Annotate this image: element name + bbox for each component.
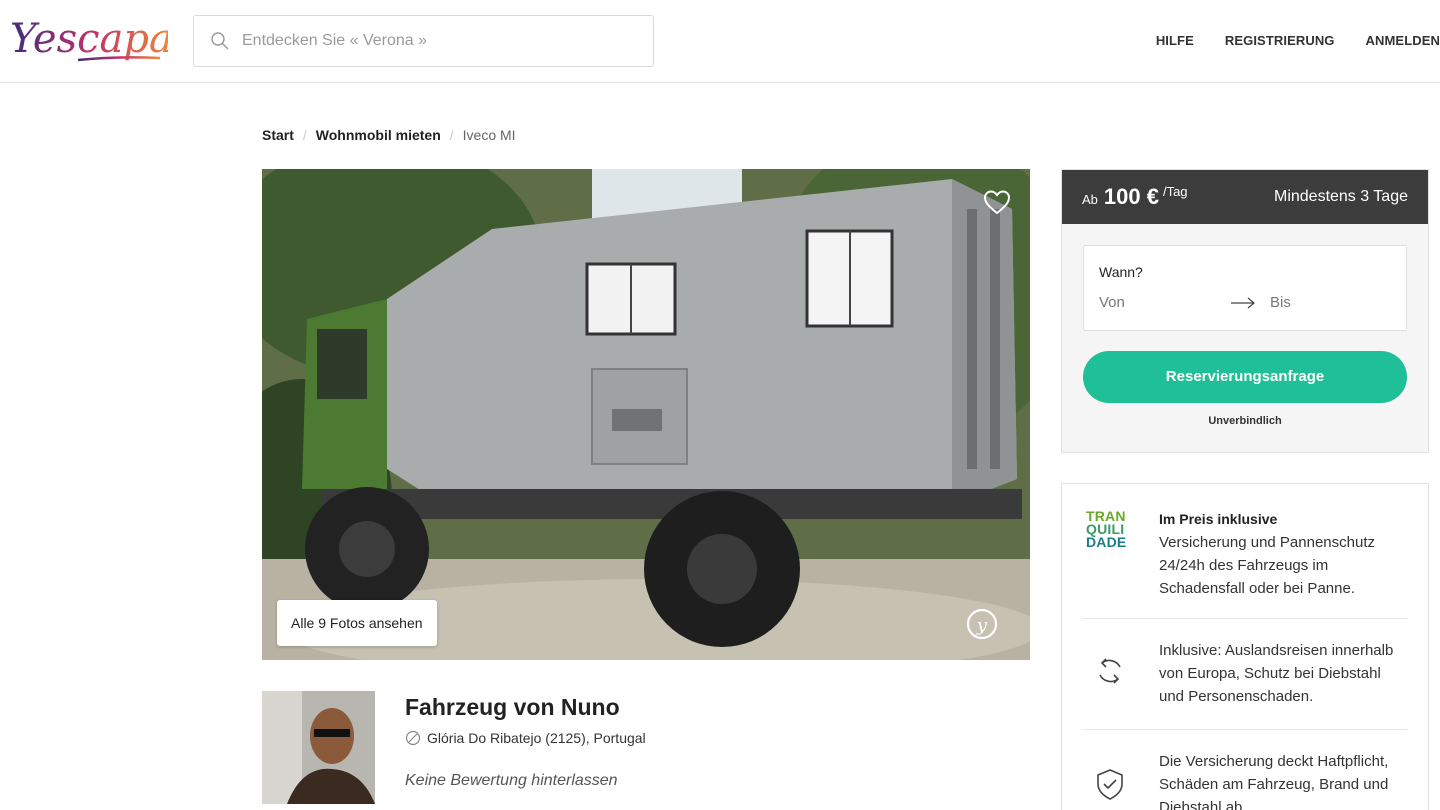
owner-rating-text: Keine Bewertung hinterlassen [405,772,618,789]
svg-text:Yescapa: Yescapa [10,16,168,62]
search-input[interactable]: Entdecken Sie « Verona » [242,32,427,50]
price-bar: Ab 100 € /Tag Mindestens 3 Tage [1062,170,1428,224]
top-nav: HILFE REGISTRIERUNG ANMELDEN [1125,33,1440,48]
price-prefix: Ab [1082,192,1098,207]
owner-name: Fahrzeug von Nuno [405,694,620,720]
nonbinding-note: Unverbindlich [1208,415,1282,427]
tranquilidade-logo: TRAN QUILI DADE [1086,509,1142,550]
date-picker[interactable]: Wann? Von Bis [1083,245,1407,331]
owner-avatar[interactable] [262,691,375,804]
svg-text:y: y [976,615,988,636]
nav-help-link[interactable]: HILFE [1156,33,1194,48]
insurance-included-desc: Versicherung und Pannenschutz 24/24h des… [1159,534,1375,597]
breadcrumb-separator: / [449,127,454,143]
nav-login-link[interactable]: ANMELDEN [1366,33,1440,48]
yescapa-watermark-icon: y [966,608,998,640]
breadcrumb-rent-camper[interactable]: Wohnmobil mieten [316,127,441,143]
from-date-input[interactable]: Von [1099,294,1125,311]
owner-location-text: Glória Do Ribatejo (2125), Portugal [427,730,646,746]
arrow-right-icon [1231,297,1255,309]
insurance-included-text: Im Preis inklusive Versicherung und Pann… [1159,508,1409,600]
shield-check-icon [1097,769,1123,800]
nav-register-link[interactable]: REGISTRIERUNG [1225,33,1335,48]
breadcrumb-separator: / [302,127,307,143]
refresh-icon [1099,658,1121,684]
insurance-included-title: Im Preis inklusive [1159,511,1278,527]
to-date-input[interactable]: Bis [1270,294,1291,311]
insurance-item-included: TRAN QUILI DADE Im Preis inklusive Versi… [1082,508,1407,616]
insurance-panel: TRAN QUILI DADE Im Preis inklusive Versi… [1061,483,1429,810]
search-box[interactable]: Entdecken Sie « Verona » [193,15,654,67]
insurance-coverage-text: Die Versicherung deckt Haftpflicht, Schä… [1159,753,1389,810]
vehicle-photo-illustration [262,169,1030,660]
search-icon [211,32,229,50]
owner-location: Glória Do Ribatejo (2125), Portugal [405,730,646,746]
yescapa-logo[interactable]: Yescapa [8,12,168,72]
minimum-days: Mindestens 3 Tage [1273,188,1408,205]
when-label: Wann? [1099,264,1143,280]
breadcrumb-current: Iveco MI [462,127,516,143]
insurance-abroad-text: Inklusive: Auslandsreisen innerhalb von … [1159,642,1394,705]
insurance-item-coverage: Die Versicherung deckt Haftpflicht, Schä… [1082,729,1407,810]
location-icon [405,730,421,746]
header: Yescapa Entdecken Sie « Verona » HILFE R… [0,0,1440,83]
favorite-heart-icon[interactable] [982,187,1012,217]
booking-panel: Ab 100 € /Tag Mindestens 3 Tage Wann? Vo… [1061,169,1429,453]
price-unit: /Tag [1162,184,1188,199]
badge-line: DADE [1086,534,1127,550]
breadcrumb: Start / Wohnmobil mieten / Iveco MI [262,127,516,143]
see-all-photos-button[interactable]: Alle 9 Fotos ansehen [277,600,437,646]
vehicle-photo[interactable]: Alle 9 Fotos ansehen y [262,169,1030,660]
insurance-item-abroad: Inklusive: Auslandsreisen innerhalb von … [1082,618,1407,728]
breadcrumb-start[interactable]: Start [262,127,294,143]
reservation-request-button[interactable]: Reservierungsanfrage [1083,351,1407,403]
price-amount: 100 € [1103,184,1159,209]
owner-avatar-image [262,691,375,804]
